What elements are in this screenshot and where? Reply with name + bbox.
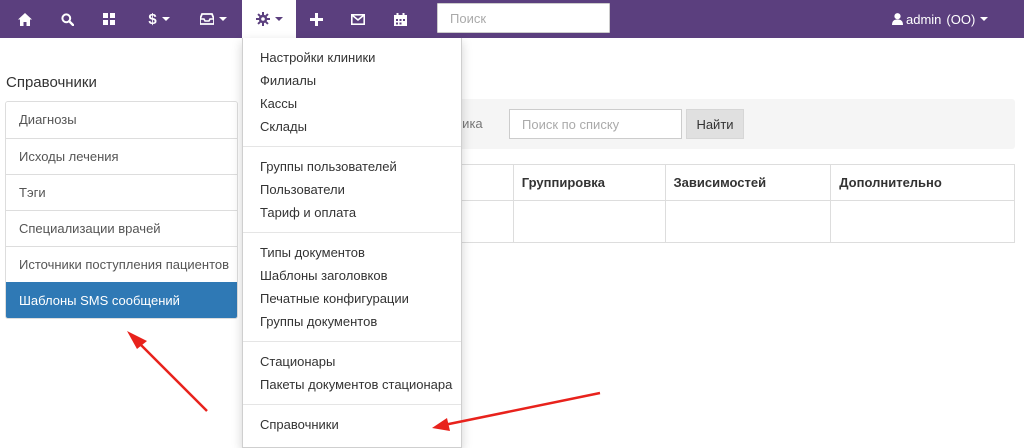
plus-icon: [309, 12, 323, 26]
table-header-row: Группировка Зависимостей Дополнительно: [440, 164, 1015, 201]
global-search-input[interactable]: [437, 3, 610, 33]
menu-item-users[interactable]: Пользователи: [243, 178, 461, 201]
arrow-to-sms-templates: [127, 331, 208, 412]
envelope-icon: [351, 13, 365, 25]
reference-item-tags[interactable]: Тэги: [6, 174, 237, 210]
menu-divider: [243, 404, 461, 405]
finance-menu[interactable]: $: [138, 0, 180, 38]
reference-item-patient-sources[interactable]: Источники поступления пациентов: [6, 246, 237, 282]
menu-item-document-types[interactable]: Типы документов: [243, 241, 461, 264]
settings-menu[interactable]: [242, 0, 296, 38]
user-menu[interactable]: admin (ОО): [892, 0, 989, 38]
inbox-menu[interactable]: [192, 0, 234, 38]
inbox-icon: [199, 13, 214, 25]
menu-item-document-groups[interactable]: Группы документов: [243, 310, 461, 333]
grid-icon: [103, 13, 115, 25]
list-search-input[interactable]: [509, 109, 682, 139]
menu-item-print-configurations[interactable]: Печатные конфигурации: [243, 287, 461, 310]
menu-item-warehouses[interactable]: Склады: [243, 115, 461, 138]
menu-divider: [243, 341, 461, 342]
user-org: (ОО): [946, 11, 976, 27]
column-header-grouping[interactable]: Группировка: [512, 164, 666, 201]
data-table: Группировка Зависимостей Дополнительно: [440, 164, 1015, 243]
grid-button[interactable]: [92, 0, 126, 38]
add-button[interactable]: [300, 0, 332, 38]
home-button[interactable]: [8, 0, 42, 38]
user-name: admin: [906, 11, 942, 27]
menu-item-cash-desks[interactable]: Кассы: [243, 92, 461, 115]
reference-item-diagnoses[interactable]: Диагнозы: [6, 102, 237, 138]
settings-dropdown-menu: Настройки клиники Филиалы Кассы Склады Г…: [242, 38, 462, 448]
table-cell: [512, 200, 666, 243]
home-icon: [18, 12, 32, 26]
menu-item-branches[interactable]: Филиалы: [243, 69, 461, 92]
menu-item-clinic-settings[interactable]: Настройки клиники: [243, 46, 461, 69]
reference-item-treatment-outcomes[interactable]: Исходы лечения: [6, 138, 237, 174]
top-navbar: $ admin (ОО): [0, 0, 1024, 38]
page-title: Справочники: [6, 74, 97, 91]
table-cell: [830, 200, 1015, 243]
messages-button[interactable]: [342, 0, 374, 38]
menu-item-header-templates[interactable]: Шаблоны заголовков: [243, 264, 461, 287]
menu-item-user-groups[interactable]: Группы пользователей: [243, 155, 461, 178]
menu-divider: [243, 146, 461, 147]
reference-list: Диагнозы Исходы лечения Тэги Специализац…: [5, 101, 238, 319]
reference-item-doctor-specializations[interactable]: Специализации врачей: [6, 210, 237, 246]
search-icon: [60, 12, 74, 26]
find-button[interactable]: Найти: [686, 109, 744, 139]
search-button[interactable]: [50, 0, 84, 38]
column-header-dependencies[interactable]: Зависимостей: [664, 164, 832, 201]
calendar-icon: [393, 12, 407, 26]
column-header-additional[interactable]: Дополнительно: [830, 164, 1015, 201]
menu-item-reference-books[interactable]: Справочники: [243, 413, 461, 436]
user-icon: [892, 13, 903, 25]
dollar-icon: $: [148, 10, 157, 28]
menu-item-tariff-payment[interactable]: Тариф и оплата: [243, 201, 461, 224]
menu-divider: [243, 232, 461, 233]
table-row[interactable]: [440, 200, 1015, 243]
calendar-button[interactable]: [384, 0, 416, 38]
menu-item-hospitals[interactable]: Стационары: [243, 350, 461, 373]
gear-icon: [255, 12, 270, 26]
table-cell: [664, 200, 832, 243]
reference-item-sms-templates[interactable]: Шаблоны SMS сообщений: [6, 282, 237, 318]
menu-item-hospital-document-packages[interactable]: Пакеты документов стационара: [243, 373, 461, 396]
